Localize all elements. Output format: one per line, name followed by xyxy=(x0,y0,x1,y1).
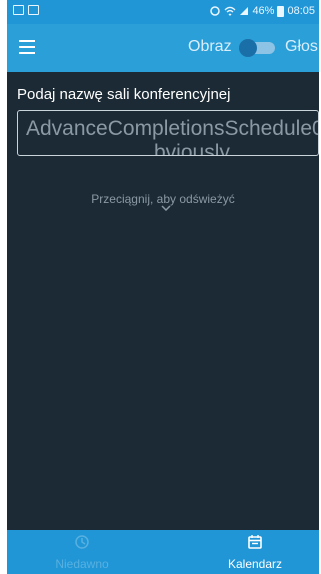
mode-toggle[interactable] xyxy=(239,39,275,57)
pull-to-refresh-hint: Przeciągnij, aby odświeżyć xyxy=(91,192,235,206)
nav-recent[interactable]: Niedawno xyxy=(27,534,137,571)
history-icon xyxy=(75,535,89,549)
alarm-icon xyxy=(210,6,221,16)
app-screen: 46% 08:05 Obraz Głos Podaj nazwę sali ko… xyxy=(7,0,319,574)
bottom-navigation: Niedawno Kalendarz xyxy=(7,530,319,574)
status-right: 46% 08:05 xyxy=(209,5,315,17)
nav-calendar[interactable]: Kalendarz xyxy=(200,534,310,571)
battery-percent: 46% xyxy=(252,5,275,17)
battery-icon xyxy=(277,5,285,17)
app-bar: Obraz Głos xyxy=(7,24,319,72)
input-value-line2: bviously xyxy=(154,141,230,156)
chevron-down-icon xyxy=(161,205,171,211)
image-mode-label: Obraz xyxy=(188,38,232,55)
input-value-line1: AdvanceCompletionsSchedule0 xyxy=(26,117,319,140)
status-bar: 46% 08:05 xyxy=(7,0,319,24)
hamburger-icon[interactable] xyxy=(19,40,35,54)
nav-calendar-label: Kalendarz xyxy=(227,557,283,571)
status-notifications xyxy=(13,5,39,15)
wifi-icon xyxy=(224,6,236,16)
room-name-input[interactable]: AdvanceCompletionsSchedule0 bviously xyxy=(17,110,319,156)
calendar-icon xyxy=(248,535,262,549)
checkbox-notification-icon xyxy=(28,5,39,15)
nav-recent-label: Niedawno xyxy=(55,557,109,571)
toggle-knob xyxy=(239,39,257,57)
voice-mode-label: Głos xyxy=(285,38,318,55)
signal-icon xyxy=(240,7,249,15)
room-name-prompt: Podaj nazwę sali konferencyjnej xyxy=(17,86,231,103)
gallery-notification-icon xyxy=(13,5,24,15)
status-time: 08:05 xyxy=(287,5,315,17)
